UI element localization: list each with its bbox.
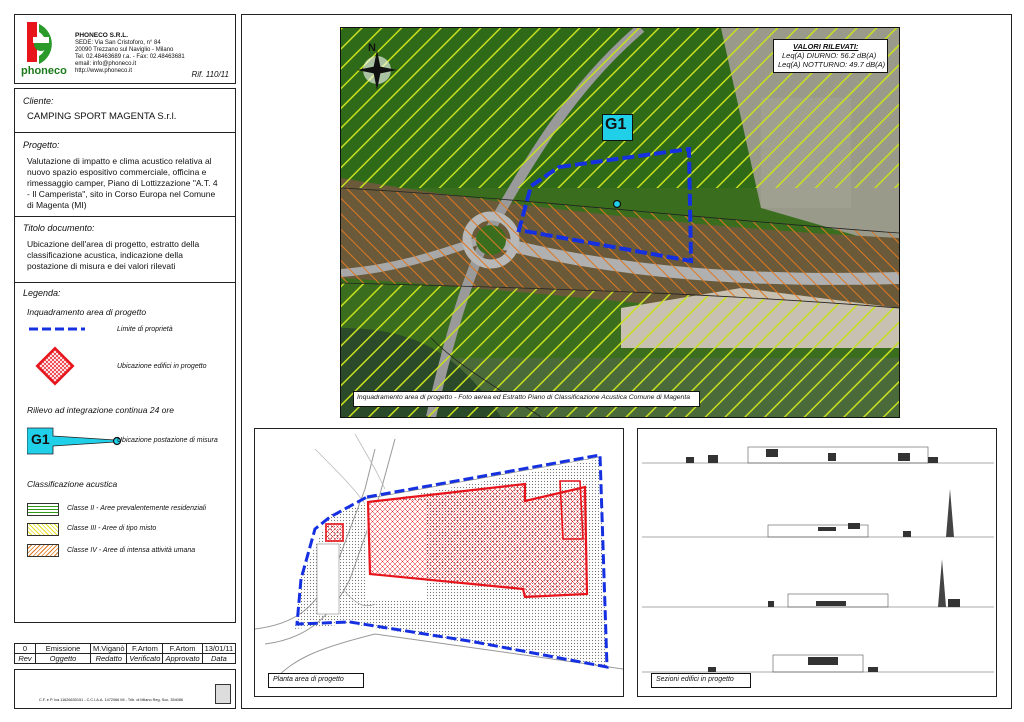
progetto-label: Progetto: [23, 140, 60, 150]
legend-classe3-text: Classe III - Aree di tipo misto [67, 525, 157, 532]
legend-edifici-text: Ubicazione edifici in progetto [117, 363, 207, 370]
sezioni-panel: Sezioni edifici in progetto [637, 428, 997, 697]
header-box: phoneco PHONECO S.R.L. SEDE: Via San Cri… [14, 14, 236, 84]
legend-classe3-swatch [27, 523, 59, 536]
legend-classe2-swatch [27, 503, 59, 516]
legend-classe4-text: Classe IV - Aree di intensa attività uma… [67, 547, 196, 554]
map-caption: Inquadramento area di progetto - Foto ae… [357, 394, 690, 401]
legend-limite-text: Limite di proprietà [117, 326, 173, 333]
rev-cell: M.Viganò [89, 643, 128, 654]
footer-box: C.F. e P. Iva 11626630151 - C.C.I.A.A. 1… [14, 669, 236, 709]
revision-table: 0 Emissione M.Viganò F.Artom F.Artom 13/… [14, 643, 237, 664]
rev-cell: F.Artom [126, 643, 164, 654]
sezioni-caption: Sezioni edifici in progetto [656, 676, 734, 683]
rev-head: Rev [14, 653, 36, 664]
rev-head: Oggetto [35, 653, 91, 664]
company-line-5: http://www.phoneco.it [75, 68, 133, 74]
legend-postazione-text: Ubicazione postazione di misura [117, 437, 218, 444]
titolo-line-3: postazione di misura e dei valori rileva… [27, 261, 176, 271]
rev-cell: 13/01/11 [201, 643, 237, 654]
measurement-point-map [612, 199, 622, 209]
g1-map-label: G1 [605, 116, 627, 133]
certification-logo [215, 684, 231, 704]
rev-cell: F.Artom [162, 643, 203, 654]
legend-section-inquadramento: Inquadramento area di progetto [27, 307, 147, 317]
rev-head: Verificato [126, 653, 164, 664]
valori-notturno: Leq(A) NOTTURNO: 49.7 dB(A) [778, 60, 886, 69]
legend-property-line [29, 327, 85, 331]
legend-section-classificazione: Classificazione acustica [27, 479, 118, 489]
valori-title: VALORI RILEVATI: [793, 42, 859, 51]
rev-cell: 0 [14, 643, 36, 654]
progetto-line-5: di Magenta (MI) [27, 200, 87, 210]
planta-panel: Planta area di progetto [254, 428, 624, 697]
legend-section-rilievo: Rilievo ad integrazione continua 24 ore [27, 405, 174, 415]
rev-head: Approvato [162, 653, 203, 664]
legend-classe4-swatch [27, 544, 59, 557]
cliente-label: Cliente: [23, 96, 54, 106]
rev-cell: Emissione [35, 643, 91, 654]
legend-g1-label: G1 [31, 431, 50, 447]
rev-head: Data [201, 653, 237, 664]
planta-caption: Planta area di progetto [273, 676, 344, 683]
company-name: PHONECO S.R.L. [75, 32, 129, 39]
legend-classe2-text: Classe II - Aree prevalentemente residen… [67, 505, 207, 512]
rev-head: Redatto [89, 653, 128, 664]
titolo-label: Titolo documento: [23, 223, 95, 233]
ref-number: Rif. 110/11 [191, 70, 229, 79]
logo-text: phoneco [21, 65, 67, 77]
aerial-map: N VALORI RILEVATI: Leq(A) DIURNO: 56.2 d… [340, 27, 900, 418]
info-box: Cliente: CAMPING SPORT MAGENTA S.r.l. Pr… [14, 88, 236, 623]
north-label: N [368, 42, 376, 54]
legend-building-icon [35, 346, 75, 386]
valori-diurno: Leq(A) DIURNO: 56.2 dB(A) [782, 51, 877, 60]
cliente-value: CAMPING SPORT MAGENTA S.r.l. [27, 111, 177, 122]
legenda-label: Legenda: [23, 288, 61, 298]
footer-text: C.F. e P. Iva 11626630151 - C.C.I.A.A. 1… [39, 698, 184, 702]
